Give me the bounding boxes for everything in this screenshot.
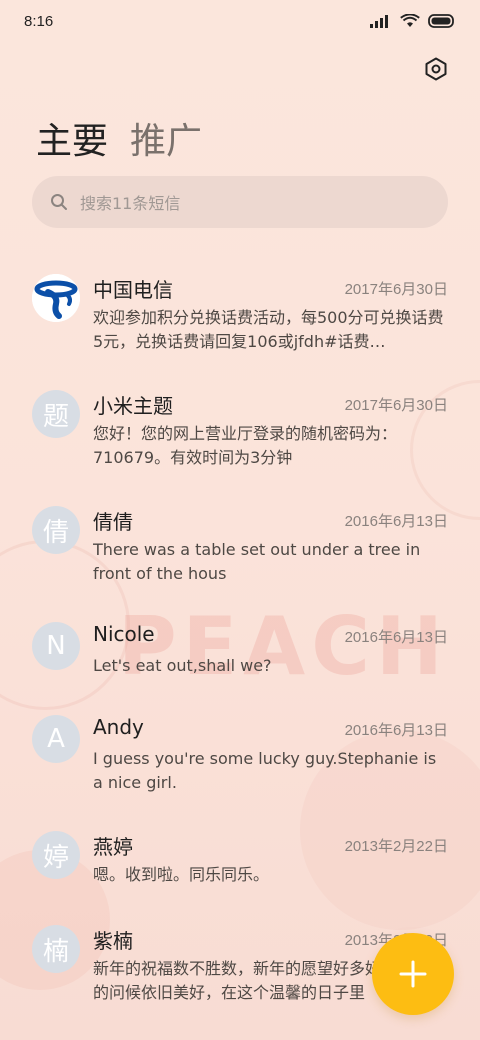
avatar: 倩	[32, 506, 80, 554]
message-preview: There was a table set out under a tree i…	[93, 540, 421, 583]
wifi-icon	[400, 14, 420, 27]
message-preview: 欢迎参加积分兑换话费活动，每500分可兑换话费5元，兑换话费请回复106或jfd…	[93, 308, 444, 351]
settings-button[interactable]	[422, 55, 450, 83]
avatar: 楠	[32, 925, 80, 973]
china-telecom-logo-icon	[32, 274, 80, 322]
status-time: 8:16	[24, 12, 54, 30]
conversation-item[interactable]: 婷 燕婷 2013年2月22日 嗯。收到啦。同乐同乐。	[0, 819, 480, 913]
message-date: 2017年6月30日	[344, 397, 448, 414]
contact-name: 倩倩	[93, 510, 133, 534]
conversation-item[interactable]: 中国电信 2017年6月30日 欢迎参加积分兑换话费活动，每500分可兑换话费5…	[0, 262, 480, 378]
settings-hexagon-icon	[425, 57, 447, 81]
message-preview: I guess you're some lucky guy.Stephanie …	[93, 749, 437, 792]
avatar: 题	[32, 390, 80, 438]
tab-bar: 主要 推广	[36, 112, 202, 164]
avatar: N	[32, 622, 80, 670]
avatar	[32, 274, 80, 322]
message-preview: Let's eat out,shall we?	[93, 656, 272, 675]
tab-primary[interactable]: 主要	[36, 112, 108, 164]
message-date: 2016年6月13日	[344, 722, 448, 739]
contact-name: 燕婷	[93, 835, 133, 859]
contact-name: Nicole	[93, 622, 155, 646]
message-date: 2016年6月13日	[344, 629, 448, 646]
tab-promotions[interactable]: 推广	[130, 112, 202, 164]
signal-icon	[370, 15, 388, 28]
new-message-button[interactable]	[372, 933, 454, 1015]
search-icon	[51, 194, 67, 210]
conversation-item[interactable]: A Andy 2016年6月13日 I guess you're some lu…	[0, 703, 480, 819]
contact-name: 小米主题	[93, 394, 173, 418]
message-preview: 您好！您的网上营业厅登录的随机密码为：710679。有效时间为3分钟	[93, 424, 398, 467]
contact-name: 紫楠	[93, 929, 133, 953]
contact-name: 中国电信	[93, 278, 173, 302]
conversation-item[interactable]: 题 小米主题 2017年6月30日 您好！您的网上营业厅登录的随机密码为：710…	[0, 378, 480, 494]
search-placeholder: 搜索11条短信	[80, 194, 181, 213]
message-date: 2016年6月13日	[344, 513, 448, 530]
contact-name: Andy	[93, 715, 144, 739]
conversation-list: 中国电信 2017年6月30日 欢迎参加积分兑换话费活动，每500分可兑换话费5…	[0, 262, 480, 1029]
search-bar[interactable]: 搜索11条短信	[32, 176, 448, 228]
message-date: 2017年6月30日	[344, 281, 448, 298]
status-bar: 8:16	[0, 0, 480, 42]
conversation-item[interactable]: 倩 倩倩 2016年6月13日 There was a table set ou…	[0, 494, 480, 610]
conversation-item[interactable]: N Nicole 2016年6月13日 Let's eat out,shall …	[0, 610, 480, 703]
avatar: A	[32, 715, 80, 763]
plus-icon	[399, 960, 427, 988]
battery-icon	[428, 14, 454, 28]
message-date: 2013年2月22日	[344, 838, 448, 855]
avatar: 婷	[32, 831, 80, 879]
message-preview: 嗯。收到啦。同乐同乐。	[93, 865, 270, 884]
